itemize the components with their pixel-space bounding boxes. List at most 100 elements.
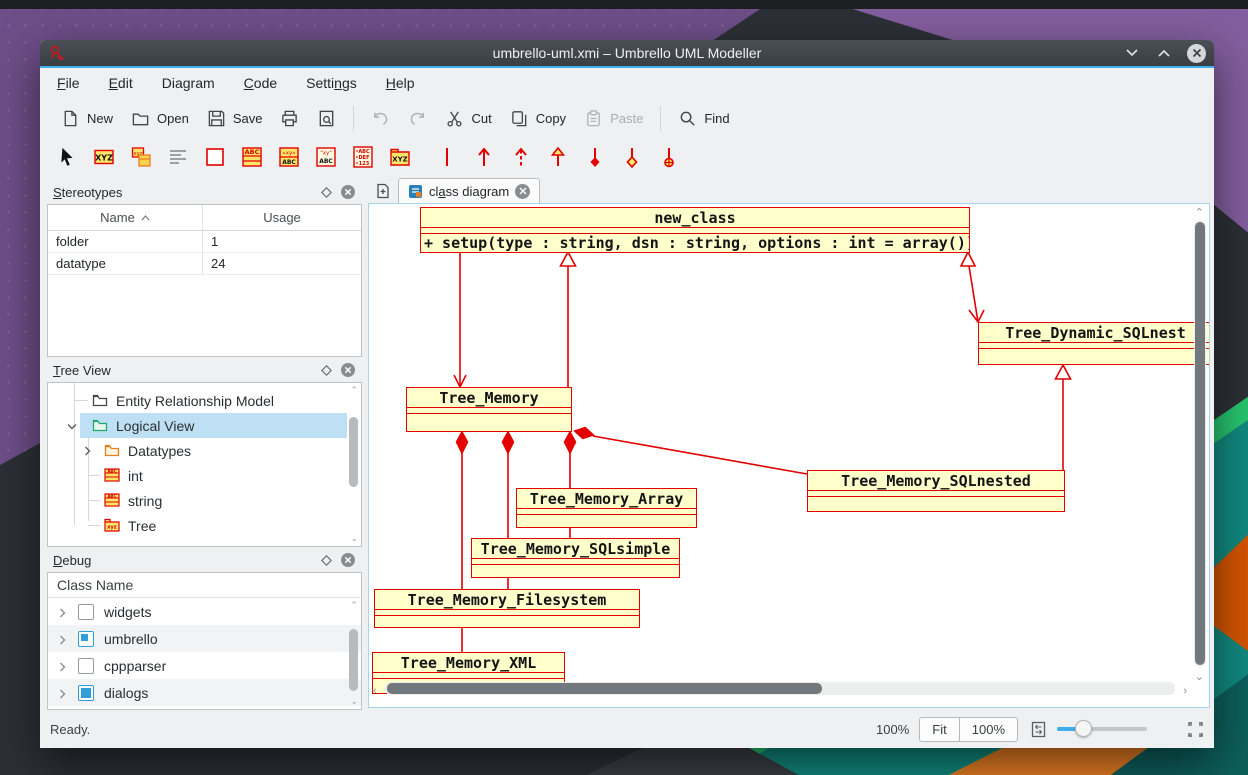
scroll-down-icon[interactable]: ⌄ bbox=[350, 697, 358, 706]
menu-help[interactable]: Help bbox=[386, 75, 415, 91]
menu-code[interactable]: Code bbox=[244, 75, 277, 91]
checkbox-unchecked[interactable] bbox=[78, 604, 94, 620]
expand-corners-icon[interactable] bbox=[1187, 721, 1204, 738]
find-button[interactable]: Find bbox=[669, 104, 738, 133]
class-compartments-tool[interactable]: ABC bbox=[239, 144, 265, 170]
uml-class-tree-memory-array[interactable]: Tree_Memory_Array bbox=[516, 488, 697, 528]
zoom-slider-handle[interactable] bbox=[1075, 720, 1092, 737]
datatype-tool[interactable]: "xy"ABC bbox=[313, 144, 339, 170]
debug-item-dialogs[interactable]: dialogs bbox=[48, 679, 361, 706]
uml-class-tree-memory[interactable]: Tree_Memory bbox=[406, 387, 572, 432]
relation-association-newclass-treememory[interactable] bbox=[454, 253, 466, 387]
zoom-100-button[interactable]: 100% bbox=[959, 717, 1018, 742]
stereotypes-table-header[interactable]: Name Usage bbox=[48, 205, 361, 231]
class-tool[interactable]: XYZ bbox=[91, 144, 117, 170]
print-preview-button[interactable] bbox=[308, 104, 345, 133]
chevron-right-icon[interactable] bbox=[56, 688, 68, 700]
containment-tool[interactable] bbox=[656, 144, 682, 170]
undo-button[interactable] bbox=[362, 104, 399, 133]
tree-item-string[interactable]: ABC string bbox=[48, 488, 347, 513]
canvas-vertical-scrollbar[interactable] bbox=[1194, 220, 1206, 667]
debug-item-cppparser[interactable]: cppparser bbox=[48, 652, 361, 679]
fit-button[interactable]: Fit bbox=[919, 717, 958, 742]
scroll-up-icon[interactable]: ⌃ bbox=[350, 601, 358, 610]
redo-button[interactable] bbox=[399, 104, 436, 133]
stereotype-row[interactable]: folder 1 bbox=[48, 231, 361, 253]
float-dock-icon[interactable] bbox=[321, 187, 332, 198]
scroll-right-icon[interactable]: › bbox=[1183, 685, 1187, 697]
composition-tool[interactable] bbox=[582, 144, 608, 170]
chevron-right-icon[interactable] bbox=[56, 661, 68, 673]
tree-view-dock-header[interactable]: Tree View bbox=[46, 358, 363, 382]
dependency-tool[interactable] bbox=[508, 144, 534, 170]
paste-button[interactable]: Paste bbox=[575, 104, 652, 133]
tree-item-datatypes[interactable]: Datatypes bbox=[48, 438, 347, 463]
copy-button[interactable]: Copy bbox=[501, 104, 575, 133]
package-tool[interactable]: XYZ bbox=[387, 144, 413, 170]
save-button[interactable]: Save bbox=[198, 104, 272, 133]
stereotypes-dock-header[interactable]: Stereotypes bbox=[46, 180, 363, 204]
directed-association-tool[interactable] bbox=[471, 144, 497, 170]
menu-settings[interactable]: Settings bbox=[306, 75, 357, 91]
maximize-icon[interactable] bbox=[1155, 44, 1173, 62]
uml-class-new-class[interactable]: new_class + setup(type : string, dsn : s… bbox=[420, 207, 970, 253]
relation-generalization-treememory-newclass[interactable] bbox=[561, 252, 576, 387]
uml-class-tree-dynamic-sqlnest[interactable]: Tree_Dynamic_SQLnest bbox=[978, 322, 1210, 365]
float-dock-icon[interactable] bbox=[321, 555, 332, 566]
tree-item-entity-relationship-model[interactable]: Entity Relationship Model bbox=[48, 388, 347, 413]
debug-scrollbar[interactable] bbox=[349, 629, 358, 691]
scroll-left-icon[interactable]: ‹ bbox=[373, 685, 377, 697]
scroll-up-icon[interactable]: ⌃ bbox=[350, 386, 358, 395]
interface-tool[interactable]: «xy»ABC bbox=[276, 144, 302, 170]
open-button[interactable]: Open bbox=[122, 104, 198, 133]
enum-tool[interactable]: ABCDEF123 bbox=[350, 144, 376, 170]
minimize-icon[interactable] bbox=[1123, 44, 1141, 62]
debug-item-widgets[interactable]: widgets bbox=[48, 598, 361, 625]
column-header-usage[interactable]: Usage bbox=[203, 205, 361, 230]
new-tab-button[interactable] bbox=[368, 179, 398, 203]
close-icon[interactable] bbox=[1187, 44, 1206, 63]
aggregation-tool[interactable] bbox=[619, 144, 645, 170]
scroll-down-icon[interactable]: ⌄ bbox=[350, 534, 358, 543]
select-tool[interactable] bbox=[54, 144, 80, 170]
uml-class-tree-memory-filesystem[interactable]: Tree_Memory_Filesystem bbox=[374, 589, 640, 628]
menu-file[interactable]: File bbox=[57, 75, 80, 91]
relation-generalization-sqlnested-treedynamic[interactable] bbox=[1056, 365, 1071, 470]
chevron-down-icon[interactable] bbox=[66, 420, 78, 432]
relation-generalization-treedynamic-newclass[interactable] bbox=[961, 252, 984, 322]
tab-class-diagram[interactable]: class diagram bbox=[398, 178, 540, 203]
chevron-right-icon[interactable] bbox=[56, 607, 68, 619]
canvas-horizontal-scrollbar[interactable] bbox=[385, 682, 1175, 695]
tree-item-logical-view[interactable]: Logical View bbox=[80, 413, 347, 438]
cut-button[interactable]: Cut bbox=[436, 104, 500, 133]
text-tool[interactable] bbox=[165, 144, 191, 170]
chevron-right-icon[interactable] bbox=[81, 445, 93, 457]
float-dock-icon[interactable] bbox=[321, 365, 332, 376]
checkbox-partial[interactable] bbox=[78, 631, 94, 647]
tree-item-tree[interactable]: xyz Tree bbox=[48, 513, 347, 538]
uml-class-tree-memory-sqlsimple[interactable]: Tree_Memory_SQLsimple bbox=[471, 538, 680, 578]
scroll-up-icon[interactable]: ⌃ bbox=[1195, 206, 1204, 219]
stereotype-row[interactable]: datatype 24 bbox=[48, 253, 361, 275]
chevron-right-icon[interactable] bbox=[56, 634, 68, 646]
debug-item-umbrello[interactable]: umbrello bbox=[48, 625, 361, 652]
close-dock-icon[interactable] bbox=[340, 552, 356, 568]
zoom-fit-page-icon[interactable] bbox=[1030, 721, 1047, 738]
debug-column-header[interactable]: Class Name bbox=[48, 573, 361, 598]
zoom-slider[interactable] bbox=[1057, 727, 1147, 731]
diagram-canvas[interactable]: new_class + setup(type : string, dsn : s… bbox=[368, 203, 1210, 708]
uml-class-tree-memory-sqlnested[interactable]: Tree_Memory_SQLnested bbox=[807, 470, 1065, 512]
menu-diagram[interactable]: Diagram bbox=[162, 75, 215, 91]
close-dock-icon[interactable] bbox=[340, 184, 356, 200]
object-tool[interactable]: xyz bbox=[128, 144, 154, 170]
scroll-down-icon[interactable]: ⌄ bbox=[1195, 670, 1204, 683]
debug-dock-header[interactable]: Debug bbox=[46, 548, 363, 572]
checkbox-unchecked[interactable] bbox=[78, 658, 94, 674]
print-button[interactable] bbox=[271, 104, 308, 133]
titlebar[interactable]: umbrello-uml.xmi – Umbrello UML Modeller bbox=[40, 40, 1214, 68]
association-tool[interactable] bbox=[434, 144, 460, 170]
close-dock-icon[interactable] bbox=[340, 362, 356, 378]
tree-view-scrollbar[interactable] bbox=[349, 417, 358, 487]
generalization-tool[interactable] bbox=[545, 144, 571, 170]
menu-edit[interactable]: Edit bbox=[109, 75, 133, 91]
